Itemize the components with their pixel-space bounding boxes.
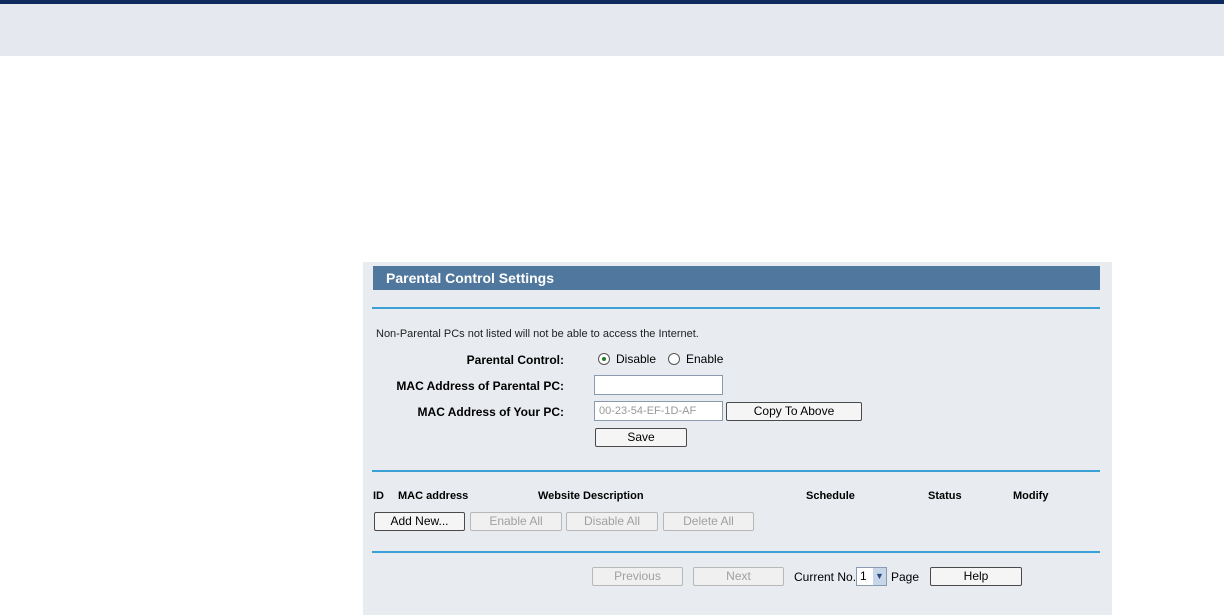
radio-disable[interactable]: Disable <box>598 352 656 366</box>
add-new-button[interactable]: Add New... <box>374 512 465 531</box>
column-header-id: ID <box>373 490 384 502</box>
radio-disable-indicator[interactable] <box>598 353 610 365</box>
mac-your-pc-label: MAC Address of Your PC: <box>417 405 564 419</box>
help-button[interactable]: Help <box>930 567 1022 586</box>
page-label: Page <box>891 570 920 584</box>
divider <box>372 470 1100 472</box>
chevron-down-icon[interactable]: ▼ <box>873 568 886 585</box>
delete-all-button[interactable]: Delete All <box>663 512 754 531</box>
radio-enable-indicator[interactable] <box>668 353 680 365</box>
divider <box>372 307 1100 309</box>
page-select[interactable]: 1 ▼ <box>856 567 887 586</box>
page-select-value: 1 <box>860 569 867 583</box>
previous-button[interactable]: Previous <box>592 567 683 586</box>
column-header-modify: Modify <box>1013 490 1049 502</box>
disable-all-button[interactable]: Disable All <box>566 512 658 531</box>
mac-parental-input[interactable] <box>594 375 723 395</box>
column-header-status: Status <box>928 490 962 502</box>
current-no-label: Current No. <box>794 570 857 584</box>
top-banner <box>0 4 1224 56</box>
mac-parental-label: MAC Address of Parental PC: <box>396 379 564 393</box>
info-note: Non-Parental PCs not listed will not be … <box>376 328 699 340</box>
radio-enable-label: Enable <box>686 352 724 366</box>
column-header-mac: MAC address <box>398 490 469 502</box>
column-header-website: Website Description <box>538 490 644 502</box>
parental-control-label: Parental Control: <box>466 353 564 367</box>
enable-all-button[interactable]: Enable All <box>470 512 562 531</box>
radio-disable-label: Disable <box>616 352 657 366</box>
divider <box>372 551 1100 553</box>
save-button[interactable]: Save <box>595 428 687 447</box>
next-button[interactable]: Next <box>693 567 784 586</box>
parental-control-panel: Parental Control Settings Non-Parental P… <box>363 262 1112 615</box>
column-header-schedule: Schedule <box>806 490 855 502</box>
radio-enable[interactable]: Enable <box>668 352 723 366</box>
mac-your-pc-field: 00-23-54-EF-1D-AF <box>594 401 723 421</box>
panel-title: Parental Control Settings <box>373 266 1100 290</box>
copy-to-above-button[interactable]: Copy To Above <box>726 402 862 421</box>
